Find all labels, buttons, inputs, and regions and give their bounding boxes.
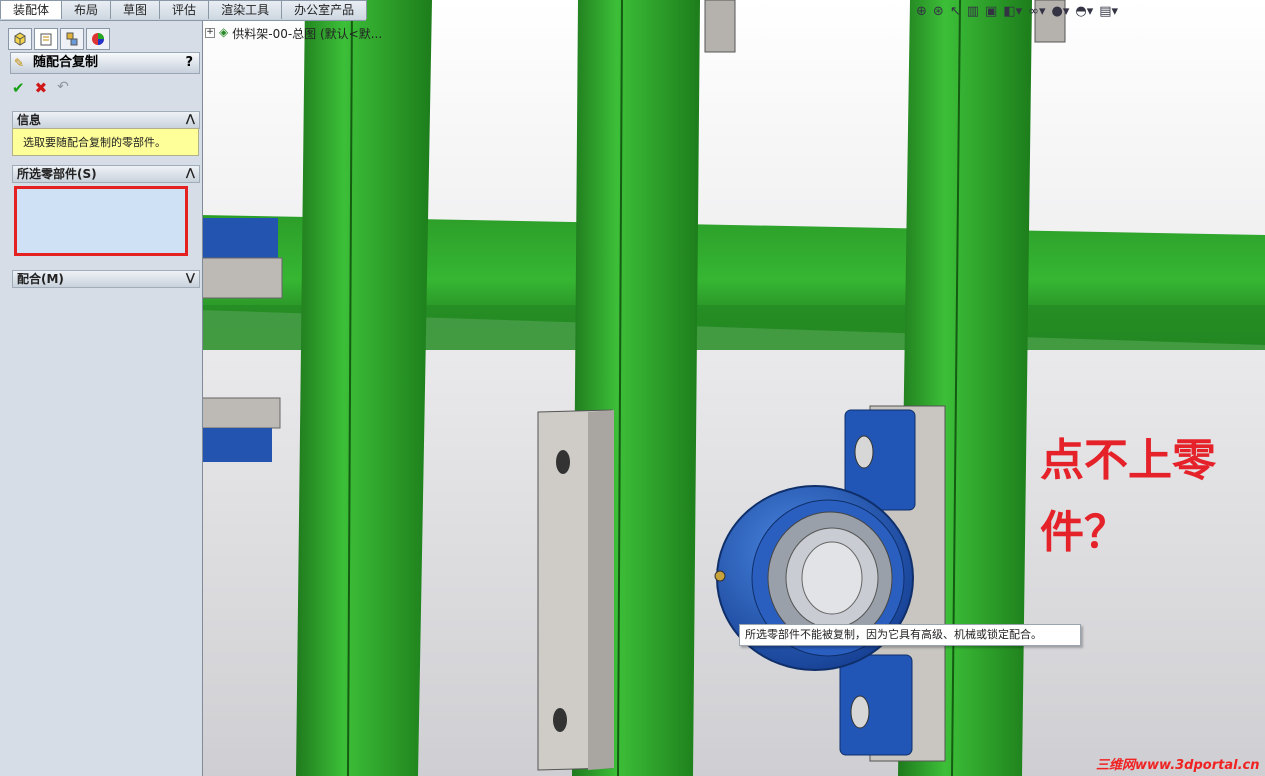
collapse-icon[interactable]: ⋀ bbox=[186, 165, 195, 181]
display-icon[interactable] bbox=[86, 28, 110, 50]
undo-icon[interactable]: ↶ bbox=[57, 79, 69, 97]
info-section-header[interactable]: 信息 ⋀ bbox=[12, 111, 200, 129]
manager-tabs bbox=[8, 28, 110, 50]
annotation-line-1: 点不上零 bbox=[1040, 435, 1216, 486]
bearing-bore bbox=[801, 541, 863, 615]
annotation-line-2: 件？ bbox=[1040, 507, 1128, 558]
tree-root-label[interactable]: 供料架-00-总图 (默认<默... bbox=[232, 25, 382, 42]
help-button[interactable]: ? bbox=[185, 53, 193, 73]
info-message: 选取要随配合复制的零部件。 bbox=[23, 136, 166, 149]
grease-fitting bbox=[714, 570, 726, 582]
bearing-flange[interactable] bbox=[839, 654, 913, 756]
left-blue-part[interactable] bbox=[200, 428, 272, 462]
view-settings-icon[interactable]: ▤▾ bbox=[1099, 4, 1118, 19]
left-vertical-post[interactable] bbox=[296, 0, 432, 776]
cancel-x-icon[interactable]: ✖ bbox=[35, 79, 48, 97]
bearing-bolt-hole bbox=[854, 435, 874, 469]
mates-section-header[interactable]: 配合(M) ⋁ bbox=[12, 270, 200, 288]
watermark: 三维网www.3dportal.cn bbox=[1096, 758, 1260, 773]
previous-view-icon[interactable]: ↖ bbox=[950, 4, 961, 19]
feature-title: 随配合复制 bbox=[33, 55, 99, 70]
config-icon[interactable] bbox=[60, 28, 84, 50]
bearing-bolt-hole bbox=[850, 695, 870, 729]
tab-assembly[interactable]: 装配体 bbox=[0, 0, 63, 19]
property-icon[interactable] bbox=[34, 28, 58, 50]
property-manager-panel: ✎ 随配合复制 ? ✔ ✖ ↶ 信息 ⋀ 选取要随配合复制的零部件。 所选零部件… bbox=[0, 20, 203, 776]
plate-hole bbox=[556, 450, 570, 474]
tab-layout[interactable]: 布局 bbox=[61, 0, 112, 19]
info-header-label: 信息 bbox=[17, 113, 42, 127]
flyout-feature-tree: + ◈ 供料架-00-总图 (默认<默... bbox=[205, 25, 382, 42]
heads-up-view-toolbar: ⊕ ⊛ ↖ ▥ ▣ ◧▾ ∞▾ ●▾ ◓▾ ▤▾ bbox=[916, 4, 1118, 19]
left-gray-plate[interactable] bbox=[199, 257, 283, 299]
copy-with-mates-icon: ✎ bbox=[14, 56, 25, 70]
gray-mounting-plate-side bbox=[588, 410, 614, 770]
assembly-icon: ◈ bbox=[219, 25, 229, 39]
hide-show-icon[interactable]: ∞▾ bbox=[1028, 4, 1045, 19]
tab-sketch[interactable]: 草图 bbox=[110, 0, 161, 19]
selected-components-header[interactable]: 所选零部件(S) ⋀ bbox=[12, 165, 200, 183]
left-blue-part[interactable] bbox=[200, 218, 278, 258]
mates-header-label: 配合(M) bbox=[17, 272, 64, 286]
expand-icon[interactable]: ⋁ bbox=[186, 270, 195, 286]
collapse-icon[interactable]: ⋀ bbox=[186, 111, 195, 127]
display-style-icon[interactable]: ◧▾ bbox=[1003, 4, 1022, 19]
info-message-box: 选取要随配合复制的零部件。 bbox=[12, 128, 199, 156]
ok-check-icon[interactable]: ✔ bbox=[12, 79, 25, 97]
command-tabs: 装配体 布局 草图 评估 渲染工具 办公室产品 bbox=[0, 0, 368, 21]
appearance-icon[interactable]: ●▾ bbox=[1051, 4, 1069, 19]
feature-title-bar: ✎ 随配合复制 ? bbox=[10, 52, 200, 74]
selected-components-label: 所选零部件(S) bbox=[17, 167, 97, 181]
section-view-icon[interactable]: ▥ bbox=[967, 4, 979, 19]
assembly-icon[interactable] bbox=[8, 28, 32, 50]
plate-hole bbox=[553, 708, 567, 732]
top-plate-part[interactable] bbox=[704, 0, 736, 53]
tab-render-tools[interactable]: 渲染工具 bbox=[208, 0, 283, 19]
left-gray-plate[interactable] bbox=[199, 397, 281, 429]
view-orientation-icon[interactable]: ▣ bbox=[985, 4, 997, 19]
scene-icon[interactable]: ◓▾ bbox=[1075, 4, 1093, 19]
zoom-fit-icon[interactable]: ⊕ bbox=[916, 4, 927, 19]
tab-evaluate[interactable]: 评估 bbox=[159, 0, 210, 19]
tree-expand-toggle[interactable]: + bbox=[205, 28, 215, 38]
tab-office-products[interactable]: 办公室产品 bbox=[281, 0, 368, 19]
action-buttons: ✔ ✖ ↶ bbox=[12, 79, 69, 97]
error-tooltip: 所选零部件不能被复制，因为它具有高级、机械或锁定配合。 bbox=[739, 624, 1081, 646]
question-annotation: 点不上零 件？ bbox=[1040, 425, 1260, 569]
zoom-area-icon[interactable]: ⊛ bbox=[933, 4, 944, 19]
selected-components-list[interactable] bbox=[14, 186, 188, 256]
